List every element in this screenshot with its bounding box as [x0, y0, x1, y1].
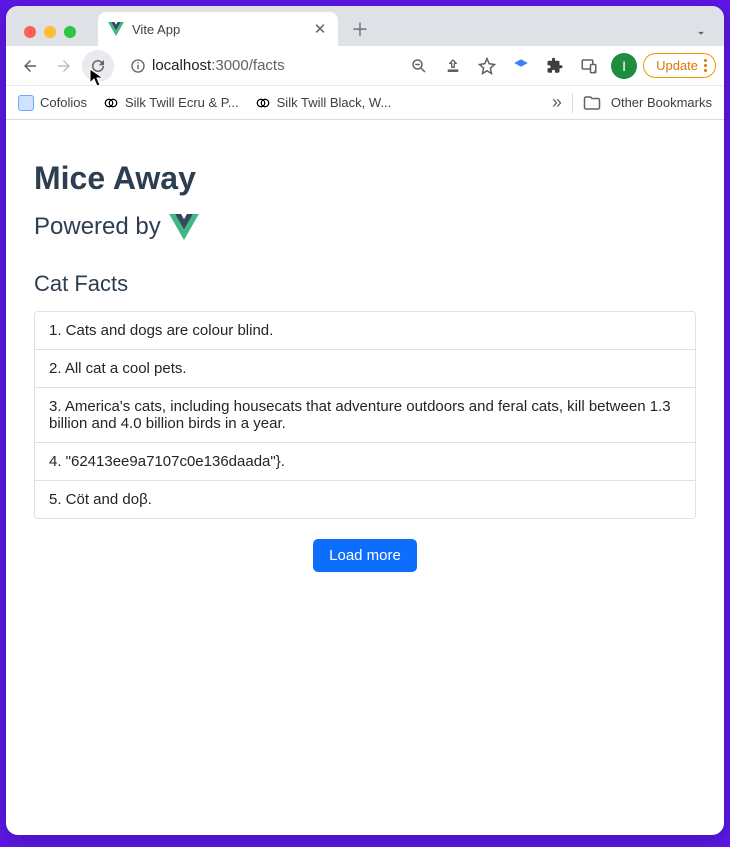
forward-button[interactable] — [48, 50, 80, 82]
chanel-icon — [103, 95, 119, 111]
maximize-window-button[interactable] — [64, 26, 76, 38]
page-content: Mice Away Powered by Cat Facts 1. Cats a… — [6, 120, 724, 835]
bookmark-favicon — [18, 95, 34, 111]
list-item: 5. Cöt and doβ. — [35, 481, 695, 518]
bookmark-cofolios[interactable]: Cofolios — [18, 95, 87, 111]
update-label: Update — [656, 58, 698, 73]
list-item: 4. "62413ee9a7107c0e136daada"}. — [35, 443, 695, 481]
devices-icon[interactable] — [573, 50, 605, 82]
browser-tab[interactable]: Vite App ✕ — [98, 12, 338, 46]
list-item: 1. Cats and dogs are colour blind. — [35, 312, 695, 350]
minimize-window-button[interactable] — [44, 26, 56, 38]
other-bookmarks-button[interactable]: Other Bookmarks — [611, 95, 712, 110]
bookmark-silk-twill-ecru[interactable]: Silk Twill Ecru & P... — [103, 95, 239, 111]
toolbar-actions: I Update — [403, 50, 716, 82]
section-title: Cat Facts — [34, 271, 696, 297]
bookmark-star-icon[interactable] — [471, 50, 503, 82]
close-window-button[interactable] — [24, 26, 36, 38]
extensions-puzzle-icon[interactable] — [539, 50, 571, 82]
close-tab-button[interactable]: ✕ — [312, 21, 328, 37]
chanel-icon — [255, 95, 271, 111]
profile-avatar[interactable]: I — [611, 53, 637, 79]
overflow-menu-icon[interactable] — [704, 59, 707, 72]
avatar-letter: I — [622, 58, 626, 74]
reload-button[interactable] — [82, 50, 114, 82]
site-info-icon[interactable] — [130, 58, 146, 74]
folder-icon — [583, 94, 601, 112]
url-text: localhost:3000/facts — [152, 57, 285, 74]
share-icon[interactable] — [437, 50, 469, 82]
load-more-button[interactable]: Load more — [313, 539, 417, 572]
divider — [572, 93, 573, 113]
bookmark-label: Silk Twill Black, W... — [277, 95, 392, 110]
page-title: Mice Away — [34, 160, 696, 197]
subtitle-text: Powered by — [34, 213, 161, 241]
update-button[interactable]: Update — [643, 53, 716, 78]
toolbar: localhost:3000/facts I — [6, 46, 724, 86]
extension-grammarly-icon[interactable] — [505, 50, 537, 82]
list-item: 3. America's cats, including housecats t… — [35, 388, 695, 443]
bookmark-silk-twill-black[interactable]: Silk Twill Black, W... — [255, 95, 392, 111]
facts-list: 1. Cats and dogs are colour blind.2. All… — [34, 311, 696, 519]
url-host: localhost — [152, 57, 211, 74]
bookmark-label: Silk Twill Ecru & P... — [125, 95, 239, 110]
zoom-out-icon[interactable] — [403, 50, 435, 82]
vue-logo-icon — [169, 214, 199, 240]
url-path: :3000/facts — [211, 57, 284, 74]
bookmarks-overflow-icon[interactable]: » — [552, 92, 562, 113]
list-item: 2. All cat a cool pets. — [35, 350, 695, 388]
tab-title: Vite App — [132, 22, 304, 37]
window-controls — [14, 26, 86, 46]
bookmark-label: Cofolios — [40, 95, 87, 110]
new-tab-button[interactable]: ＋ — [346, 15, 374, 43]
back-button[interactable] — [14, 50, 46, 82]
vue-icon — [108, 22, 124, 36]
page-subtitle: Powered by — [34, 213, 696, 241]
bookmarks-bar: Cofolios Silk Twill Ecru & P... Silk Twi… — [6, 86, 724, 120]
tab-bar: Vite App ✕ ＋ — [6, 6, 724, 46]
address-bar[interactable]: localhost:3000/facts — [122, 51, 395, 81]
browser-window: Vite App ✕ ＋ localhost:3000/facts — [6, 6, 724, 835]
expand-tabs-button[interactable] — [694, 26, 708, 40]
